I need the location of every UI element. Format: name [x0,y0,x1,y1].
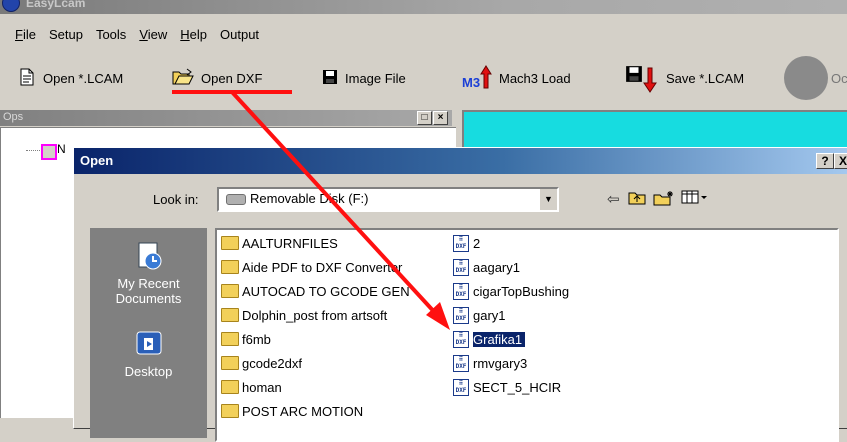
recent-documents-icon [133,240,165,272]
file-item[interactable]: ⠿ DXF aagary1 [453,258,520,276]
app-icon [2,0,20,12]
round-button-icon [784,56,828,100]
desktop-icon [133,328,165,360]
look-in-select[interactable]: Removable Disk (F:) ▼ [217,187,559,212]
view-menu-icon[interactable] [681,190,707,208]
back-arrow-icon[interactable]: ⇦ [607,190,620,208]
folder-icon [221,236,239,250]
place-label: My Recent Documents [115,276,182,306]
selected-file-label: Grafika1 [473,331,526,347]
save-lcam-label: Save *.LCAM [666,70,745,86]
folder-icon [221,284,239,298]
document-icon [18,67,36,90]
app-title-bar[interactable]: EasyLcam [0,0,847,14]
ops-panel-title: Ops [3,111,24,123]
menu-tools[interactable]: Tools [91,27,131,42]
dialog-title: Open [80,153,114,168]
look-in-label: Look in: [153,192,199,207]
dxf-file-icon: ⠿ DXF [453,330,469,348]
dxf-file-icon: ⠿ DXF [453,378,469,396]
folder-item[interactable]: Aide PDF to DXF Converter [221,258,402,276]
file-list[interactable]: AALTURNFILES Aide PDF to DXF Converter A… [215,228,839,442]
mach3-load-button[interactable]: M3 Mach3 Load [462,52,571,104]
image-file-label: Image File [345,70,406,86]
folder-icon [221,332,239,346]
folder-item[interactable]: AALTURNFILES [221,234,338,252]
folder-icon [221,356,239,370]
places-bar: My Recent Documents Desktop [90,228,207,438]
tree-connector [26,150,40,151]
open-dialog: Open ? X Look in: Removable Disk (F:) ▼ … [73,147,847,442]
folder-icon [221,404,239,418]
app-title: EasyLcam [26,0,86,10]
place-desktop[interactable]: Desktop [90,328,207,379]
place-my-recent-documents[interactable]: My Recent Documents [90,240,207,306]
dxf-file-icon: ⠿ DXF [453,234,469,252]
floppy-disk-icon [322,69,338,88]
folder-icon [221,260,239,274]
save-lcam-button[interactable]: Save *.LCAM [625,52,744,104]
mach3-upload-icon: M3 [462,65,492,91]
help-button[interactable]: ? [816,153,834,169]
file-item[interactable]: ⠿ DXF rmvgary3 [453,354,527,372]
folder-icon [221,308,239,322]
file-item[interactable]: ⠿ DXF gary1 [453,306,506,324]
file-item[interactable]: ⠿ DXF cigarTopBushing [453,282,569,300]
restore-icon[interactable]: □ [417,111,432,125]
menu-output[interactable]: Output [215,27,264,42]
new-folder-icon[interactable] [653,190,675,210]
open-dxf-label: Open DXF [201,70,263,86]
dxf-file-icon: ⠿ DXF [453,306,469,324]
dialog-close-button[interactable]: X [834,153,847,169]
image-file-button[interactable]: Image File [322,52,406,104]
open-lcam-label: Open *.LCAM [43,70,124,86]
open-folder-icon [172,68,194,89]
partial-toolbar-button[interactable]: Oc [784,52,847,104]
menu-file[interactable]: File [10,27,41,42]
mach3-load-label: Mach3 Load [499,70,571,86]
mach3-tag: M3 [462,75,481,90]
menu-view[interactable]: View [134,27,172,42]
file-item[interactable]: ⠿ DXF 2 [453,234,480,252]
file-item[interactable]: ⠿ DXF SECT_5_HCIR [453,378,561,396]
ops-panel-header[interactable]: Ops □ × [0,110,452,126]
close-icon[interactable]: × [433,111,448,125]
chevron-down-icon[interactable]: ▼ [539,189,557,210]
drive-icon [226,194,246,205]
place-label: Desktop [124,364,173,379]
dxf-file-icon: ⠿ DXF [453,354,469,372]
open-dxf-button[interactable]: Open DXF [172,52,262,104]
toolbar: Open *.LCAM Open DXF Image File M3 Mach3… [0,52,847,104]
look-in-value: Removable Disk (F:) [250,191,369,206]
folder-item[interactable]: AUTOCAD TO GCODE GEN [221,282,410,300]
tree-item-box[interactable] [41,144,57,160]
menu-help[interactable]: Help [175,27,212,42]
menu-setup[interactable]: Setup [44,27,88,42]
folder-item[interactable]: gcode2dxf [221,354,302,372]
drawing-view[interactable] [462,110,847,148]
tree-item-label: N [57,142,66,156]
folder-item[interactable]: f6mb [221,330,271,348]
save-download-icon [625,63,659,93]
menu-bar: File Setup Tools View Help Output [0,22,847,46]
folder-icon [221,380,239,394]
up-folder-icon[interactable] [628,190,646,209]
open-lcam-button[interactable]: Open *.LCAM [18,52,123,104]
folder-item[interactable]: Dolphin_post from artsoft [221,306,387,324]
annotation-underline [172,90,292,94]
folder-item[interactable]: POST ARC MOTION [221,402,363,420]
dialog-title-bar[interactable]: Open ? X [74,148,847,174]
file-item-selected[interactable]: ⠿ DXF Grafika1 [453,330,526,348]
folder-item[interactable]: homan [221,378,282,396]
dxf-file-icon: ⠿ DXF [453,282,469,300]
partial-button-label: Oc [831,70,847,86]
dxf-file-icon: ⠿ DXF [453,258,469,276]
